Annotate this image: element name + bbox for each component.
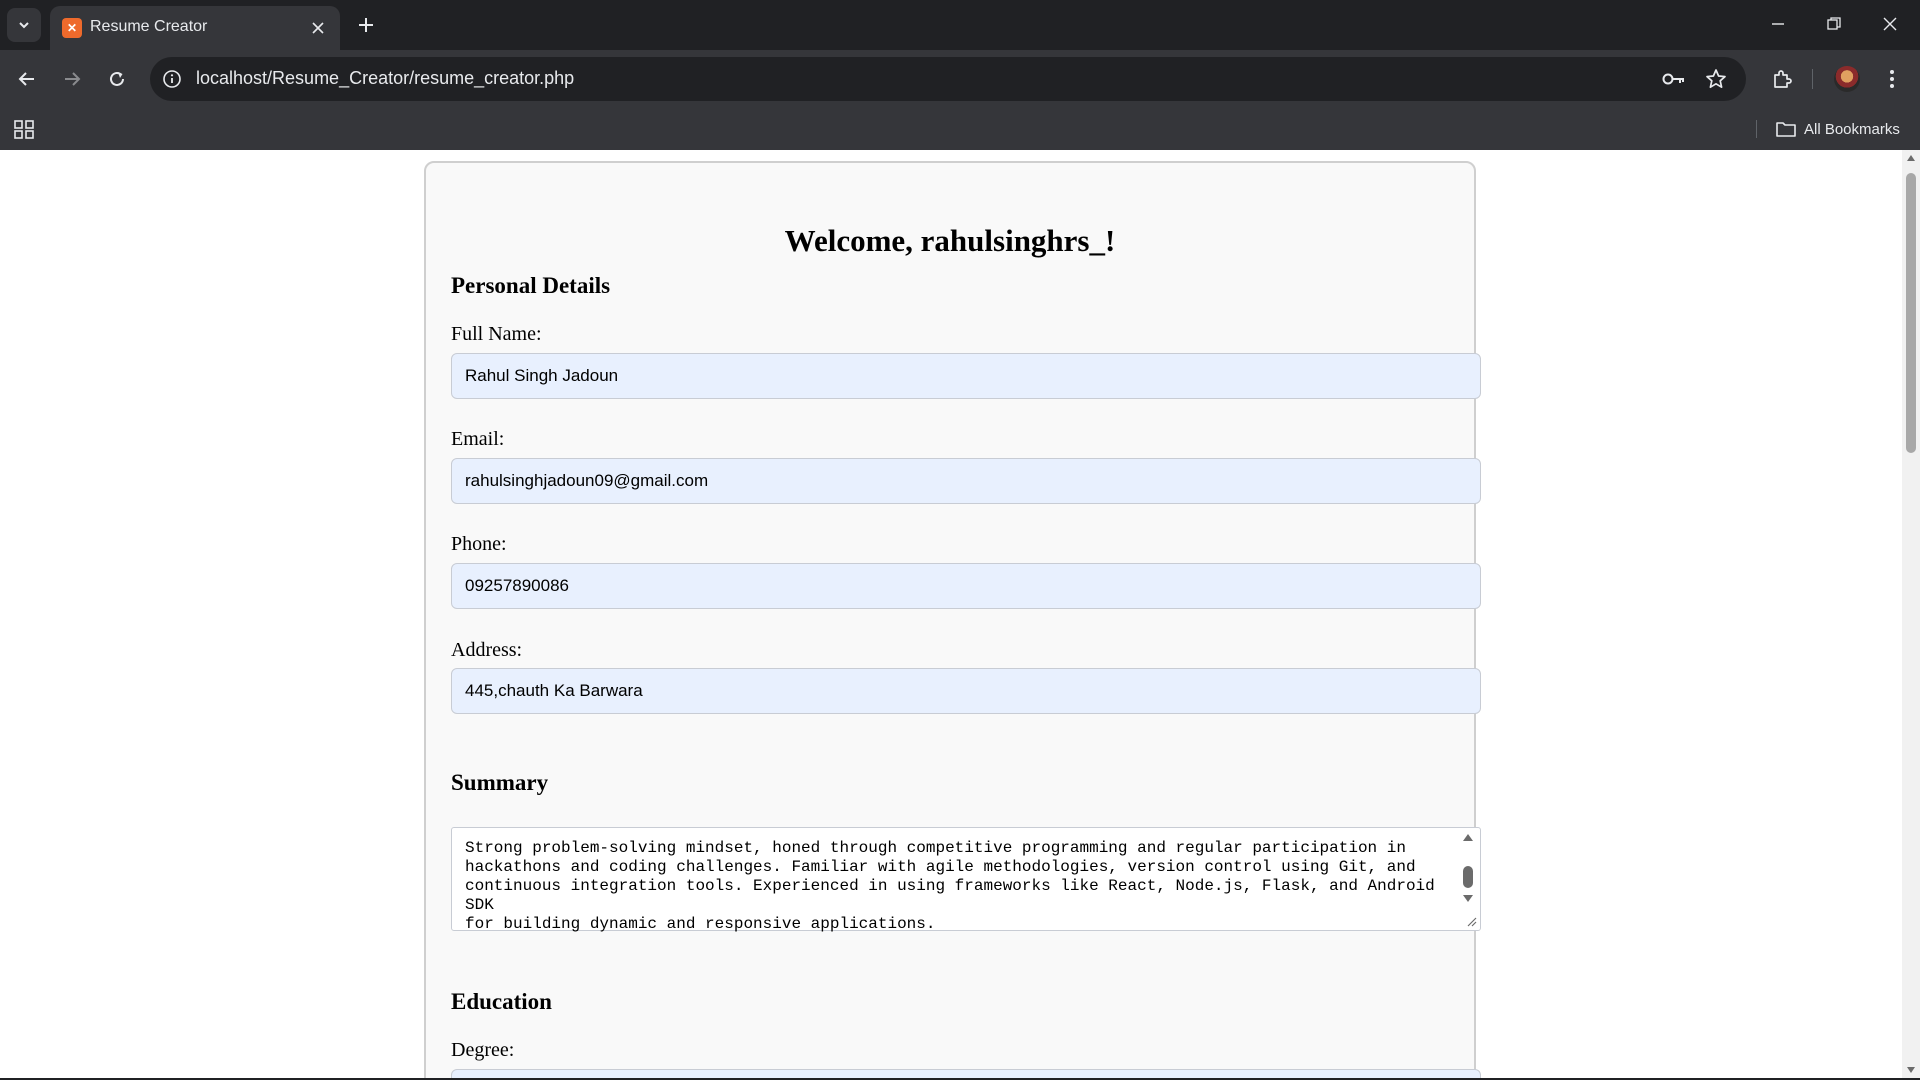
page-scrollbar[interactable] xyxy=(1902,150,1920,1080)
all-bookmarks-button[interactable]: All Bookmarks xyxy=(1776,114,1900,144)
resume-form-card: Welcome, rahulsinghrs_! Personal Details… xyxy=(424,161,1481,1080)
address-field[interactable]: 445,chauth Ka Barwara xyxy=(451,668,1481,714)
site-info-icon[interactable] xyxy=(160,67,184,91)
tab-strip: ✕ Resume Creator xyxy=(0,0,1920,50)
tab-title: Resume Creator xyxy=(90,18,208,35)
browser-tab[interactable]: ✕ Resume Creator xyxy=(50,6,340,50)
textarea-scroll-thumb[interactable] xyxy=(1463,866,1473,888)
arrow-right-icon xyxy=(65,72,81,86)
browser-toolbar: localhost/Resume_Creator/resume_creator.… xyxy=(0,50,1920,108)
bookmarks-bar: All Bookmarks xyxy=(0,108,1920,150)
bookmark-star-icon[interactable] xyxy=(1702,66,1730,92)
plus-icon xyxy=(359,18,373,32)
toolbar-separator xyxy=(1812,69,1813,89)
close-window-button[interactable] xyxy=(1862,0,1918,48)
extensions-button[interactable] xyxy=(1764,61,1800,97)
restore-button[interactable] xyxy=(1806,0,1862,48)
summary-textarea[interactable]: Strong problem-solving mindset, honed th… xyxy=(451,827,1481,933)
phone-field[interactable]: 09257890086 xyxy=(451,563,1481,609)
forward-button[interactable] xyxy=(54,61,90,97)
full-name-field[interactable]: Rahul Singh Jadoun xyxy=(451,353,1481,399)
minimize-button[interactable] xyxy=(1750,0,1806,48)
password-key-icon[interactable] xyxy=(1660,66,1688,92)
chevron-down-icon xyxy=(19,22,29,29)
more-vert-icon xyxy=(1890,70,1894,88)
address-label: Address: xyxy=(451,639,523,661)
address-bar[interactable]: localhost/Resume_Creator/resume_creator.… xyxy=(150,57,1746,101)
scroll-down-icon xyxy=(1907,1067,1915,1073)
full-name-label: Full Name: xyxy=(451,323,542,345)
education-heading: Education xyxy=(451,989,552,1014)
back-button[interactable] xyxy=(9,61,45,97)
page-viewport: Welcome, rahulsinghrs_! Personal Details… xyxy=(0,150,1902,1080)
avatar xyxy=(1834,66,1860,92)
summary-heading: Summary xyxy=(451,770,549,795)
page-scroll-thumb[interactable] xyxy=(1906,173,1916,453)
profile-button[interactable] xyxy=(1829,61,1865,97)
puzzle-icon xyxy=(1774,70,1792,88)
bookmarks-separator xyxy=(1756,120,1757,138)
apps-grid-icon xyxy=(14,120,34,139)
url-text[interactable]: localhost/Resume_Creator/resume_creator.… xyxy=(196,68,574,89)
phone-label: Phone: xyxy=(451,533,507,555)
textarea-scrollbar[interactable] xyxy=(1456,828,1480,930)
email-label: Email: xyxy=(451,428,505,450)
restore-icon xyxy=(1827,17,1841,30)
resize-handle-icon[interactable] xyxy=(1466,916,1477,927)
scroll-down-icon xyxy=(1463,895,1473,902)
personal-details-heading: Personal Details xyxy=(451,273,611,298)
reload-button[interactable] xyxy=(99,61,135,97)
arrow-left-icon xyxy=(18,72,34,86)
apps-button[interactable] xyxy=(10,115,38,143)
tab-close-button[interactable] xyxy=(306,16,330,40)
scroll-up-icon xyxy=(1907,155,1915,161)
menu-button[interactable] xyxy=(1874,61,1910,97)
email-field[interactable]: rahulsinghjadoun09@gmail.com xyxy=(451,458,1481,504)
minimize-icon xyxy=(1772,23,1784,25)
xampp-icon: ✕ xyxy=(62,18,82,38)
tab-search-button[interactable] xyxy=(7,8,41,42)
scroll-up-icon xyxy=(1463,834,1473,841)
new-tab-button[interactable] xyxy=(350,9,382,41)
page-title: Welcome, rahulsinghrs_! xyxy=(784,223,1116,258)
degree-label: Degree: xyxy=(451,1039,515,1061)
reload-icon xyxy=(110,71,124,86)
summary-text: Strong problem-solving mindset, honed th… xyxy=(465,839,1435,933)
folder-icon xyxy=(1776,122,1796,137)
close-icon xyxy=(1883,17,1897,31)
all-bookmarks-label: All Bookmarks xyxy=(1804,120,1900,138)
close-icon xyxy=(312,22,324,34)
